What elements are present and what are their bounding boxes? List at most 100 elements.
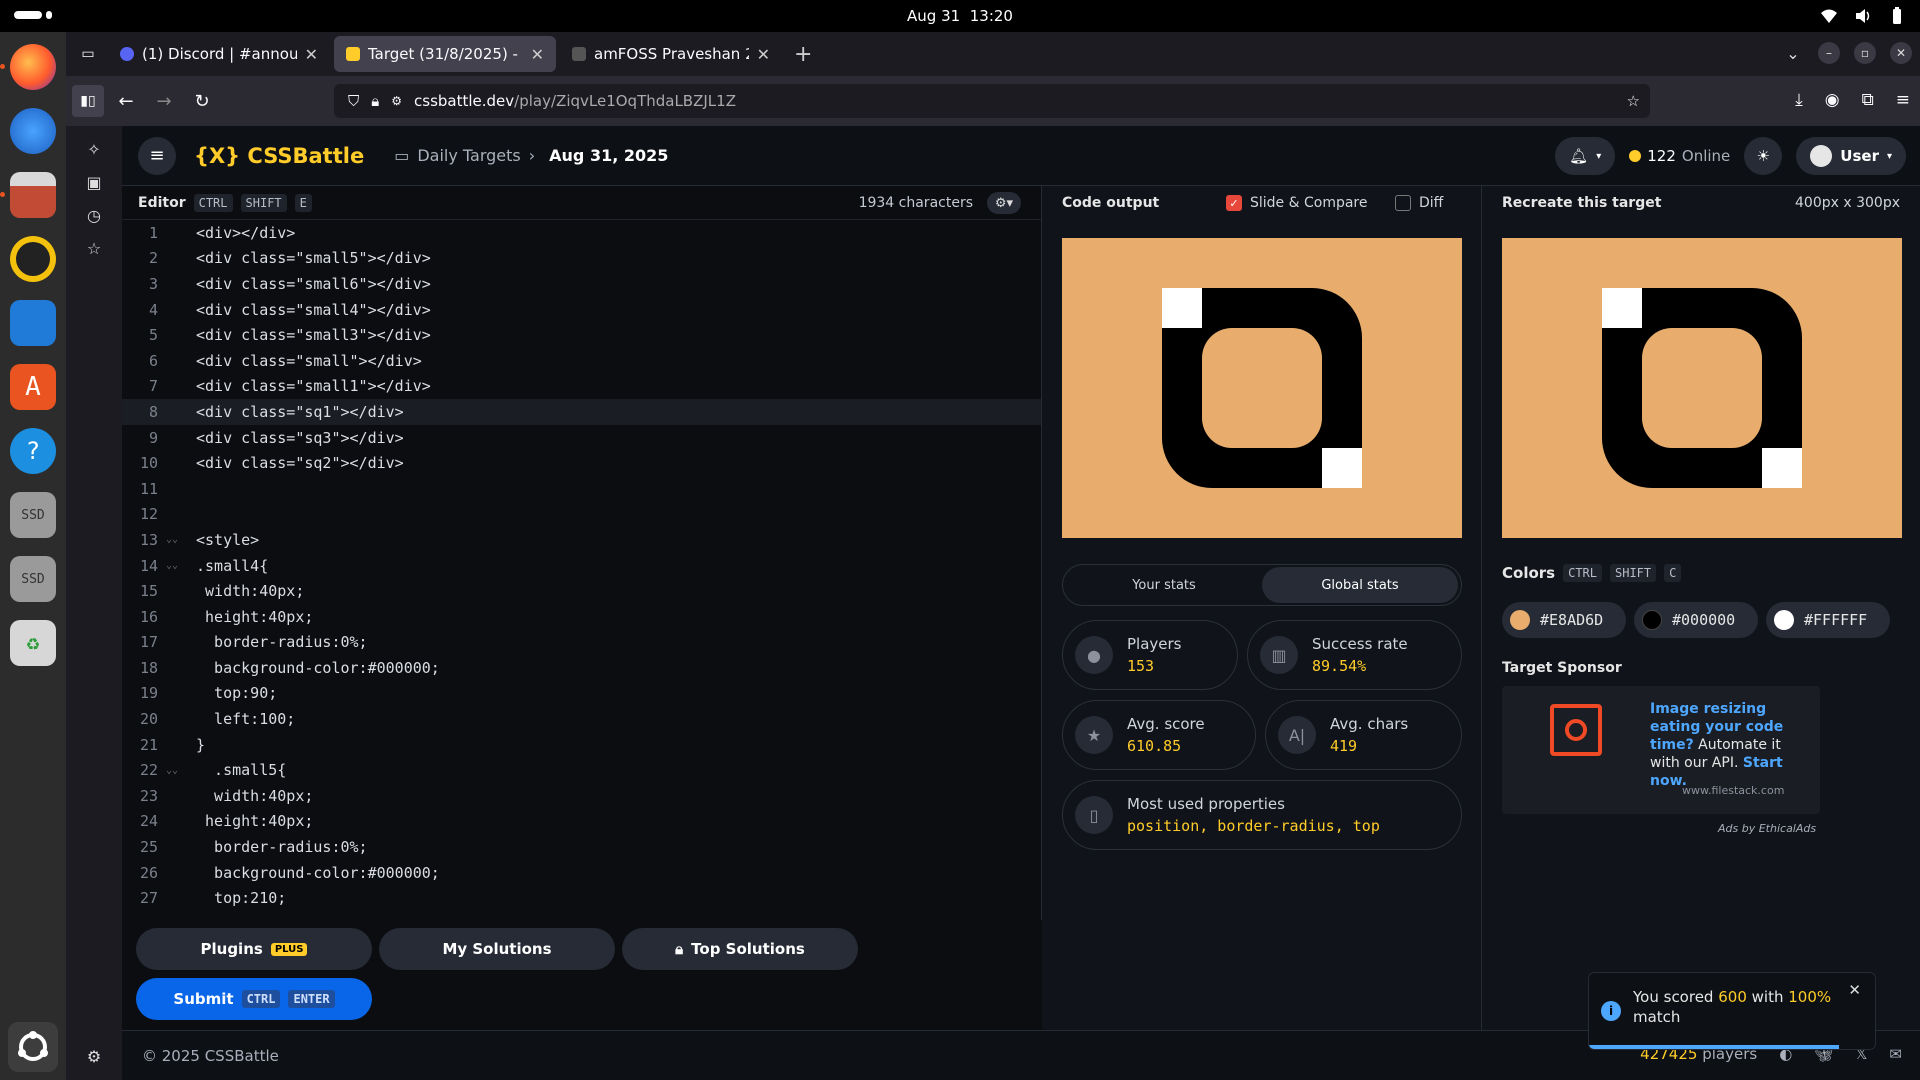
account-icon[interactable]: ◉ (1825, 90, 1840, 110)
new-tab-icon[interactable]: + (794, 42, 812, 67)
code-line[interactable]: 20 left:100; (122, 706, 1041, 732)
files-icon[interactable] (0, 172, 56, 218)
top-solutions-button[interactable]: 🔒︎ Top Solutions (622, 928, 858, 970)
tab-cssbattle[interactable]: Target (31/8/2025) - CSSB ✕ (334, 36, 556, 72)
fold-marker[interactable]: ⌄⌄ (166, 534, 196, 545)
synced-tabs-icon[interactable]: ▣ (86, 173, 101, 192)
code-line[interactable]: 14 ⌄⌄ .small4{ (122, 553, 1041, 579)
diff-checkbox[interactable]: Diff (1395, 195, 1443, 211)
downloads-icon[interactable]: ⤓ (1795, 90, 1803, 110)
minimize-icon[interactable]: – (1818, 42, 1840, 64)
code-line[interactable]: 11 (122, 476, 1041, 502)
os-clock[interactable]: Aug 31 13:20 (907, 7, 1013, 25)
maximize-icon[interactable]: ▫ (1854, 42, 1876, 64)
tab-your-stats[interactable]: Your stats (1066, 567, 1262, 603)
code-line[interactable]: 23 width:40px; (122, 783, 1041, 809)
sponsor-ad[interactable]: Image resizing eating your code time? Au… (1502, 686, 1820, 814)
sidebar-settings-icon[interactable]: ⚙ (87, 1047, 101, 1066)
close-tab-icon[interactable]: ✕ (305, 45, 318, 64)
code-line[interactable]: 6 <div class="small"></div> (122, 348, 1041, 374)
firefox-icon[interactable] (0, 44, 56, 90)
color-chip[interactable]: #E8AD6D (1502, 602, 1626, 638)
code-line[interactable]: 12 (122, 502, 1041, 528)
code-line[interactable]: 4 <div class="small4"></div> (122, 297, 1041, 323)
code-line[interactable]: 17 border-radius:0%; (122, 630, 1041, 656)
close-tab-icon[interactable]: ✕ (757, 45, 770, 64)
editor-settings-icon[interactable]: ⚙▾ (987, 192, 1021, 214)
permissions-icon[interactable]: ⚙ (391, 94, 402, 108)
app-center-icon[interactable]: A (10, 364, 56, 410)
tab-discord[interactable]: (1) Discord | #announcem ✕ (108, 36, 330, 72)
close-window-icon[interactable]: ✕ (1890, 42, 1912, 64)
hamburger-menu-icon[interactable]: ≡ (138, 136, 176, 175)
shield-icon[interactable]: ⛉ (348, 92, 359, 110)
code-line[interactable]: 16 height:40px; (122, 604, 1041, 630)
url-bar[interactable]: ⛉ 🔒︎ ⚙ cssbattle.dev/play/ZiqvLe1OqThdaL… (334, 84, 1650, 118)
ad-url[interactable]: www.filestack.com (1682, 784, 1784, 797)
thunderbird-icon[interactable] (10, 108, 56, 154)
slide-compare-checkbox[interactable]: ✓ Slide & Compare (1226, 195, 1368, 211)
code-line[interactable]: 3 <div class="small6"></div> (122, 271, 1041, 297)
code-line[interactable]: 2 <div class="small5"></div> (122, 246, 1041, 272)
rhythmbox-icon[interactable] (10, 236, 56, 282)
breadcrumb-daily-targets[interactable]: ▭ Daily Targets › (394, 146, 535, 165)
list-tabs-icon[interactable]: ⌄ (1782, 42, 1804, 64)
extensions-icon[interactable]: ⧉ (1862, 90, 1874, 110)
code-line[interactable]: 7 <div class="small1"></div> (122, 374, 1041, 400)
code-line[interactable]: 25 border-radius:0%; (122, 834, 1041, 860)
volume-icon[interactable] (1854, 7, 1872, 25)
writer-icon[interactable] (10, 300, 56, 346)
tab-amfoss[interactable]: amFOSS Praveshan 2025 ✕ (560, 36, 782, 72)
submit-button[interactable]: Submit CTRL ENTER (136, 978, 372, 1020)
cssbattle-logo[interactable]: {X} CSSBattle (194, 144, 364, 168)
code-line[interactable]: 1 <div></div> (122, 220, 1041, 246)
close-tab-icon[interactable]: ✕ (531, 45, 544, 64)
lock-icon[interactable]: 🔒︎ (371, 92, 379, 110)
my-solutions-button[interactable]: My Solutions (379, 928, 615, 970)
forward-icon[interactable]: → (148, 85, 180, 117)
battery-icon[interactable] (1888, 7, 1906, 25)
code-line[interactable]: 19 top:90; (122, 681, 1041, 707)
tab-global-stats[interactable]: Global stats (1262, 567, 1458, 603)
color-chip[interactable]: #000000 (1634, 602, 1758, 638)
close-toast-icon[interactable]: ✕ (1848, 981, 1861, 999)
ai-sparkle-icon[interactable]: ✧ (87, 140, 100, 159)
code-line[interactable]: 5 <div class="small3"></div> (122, 322, 1041, 348)
show-apps-icon[interactable] (8, 1022, 58, 1072)
plugins-button[interactable]: Plugins PLUS (136, 928, 372, 970)
reload-icon[interactable]: ↻ (186, 85, 218, 117)
code-area[interactable]: 1 <div></div> 2 <div class="small5"></div> 3… (122, 220, 1041, 920)
trash-icon[interactable]: ♻ (10, 620, 56, 666)
code-line[interactable]: 26 background-color:#000000; (122, 860, 1041, 886)
ethical-ads-label[interactable]: Ads by EthicalAds (1718, 822, 1816, 835)
output-canvas[interactable] (1062, 238, 1462, 538)
theme-toggle-button[interactable]: ☀ (1744, 137, 1783, 175)
notifications-button[interactable]: 🔔︎ ▾ (1555, 137, 1616, 175)
code-line[interactable]: 22 ⌄⌄ .small5{ (122, 757, 1041, 783)
fold-marker[interactable]: ⌄⌄ (166, 560, 196, 571)
code-line[interactable]: 8 <div class="sq1"></div> (122, 399, 1041, 425)
bookmarks-icon[interactable]: ☆ (87, 239, 101, 258)
sidebar-toggle-icon[interactable]: ▮▯ (72, 85, 104, 117)
fold-marker[interactable]: ⌄⌄ (166, 765, 196, 776)
ssd-drive-icon[interactable]: SSD (10, 492, 56, 538)
code-line[interactable]: 24 height:40px; (122, 809, 1041, 835)
code-line[interactable]: 15 width:40px; (122, 578, 1041, 604)
menu-icon[interactable]: ≡ (1896, 90, 1910, 110)
history-icon[interactable]: ◷ (87, 206, 101, 225)
firefox-view-icon[interactable]: ▭ (72, 38, 104, 70)
activities-indicator[interactable] (14, 11, 52, 19)
mail-icon[interactable]: ✉ (1889, 1045, 1902, 1063)
code-line[interactable]: 21} (122, 732, 1041, 758)
back-icon[interactable]: ← (110, 85, 142, 117)
code-line[interactable]: 10 <div class="sq2"></div> (122, 450, 1041, 476)
code-line[interactable]: 13 ⌄⌄ <style> (122, 527, 1041, 553)
wifi-icon[interactable] (1820, 7, 1838, 25)
code-line[interactable]: 18 background-color:#000000; (122, 655, 1041, 681)
bookmark-star-icon[interactable]: ☆ (1627, 92, 1640, 110)
help-icon[interactable]: ? (10, 428, 56, 474)
code-line[interactable]: 9 <div class="sq3"></div> (122, 425, 1041, 451)
color-chip[interactable]: #FFFFFF (1766, 602, 1890, 638)
code-line[interactable]: 27 top:210; (122, 885, 1041, 911)
user-menu-button[interactable]: User ▾ (1796, 137, 1906, 175)
